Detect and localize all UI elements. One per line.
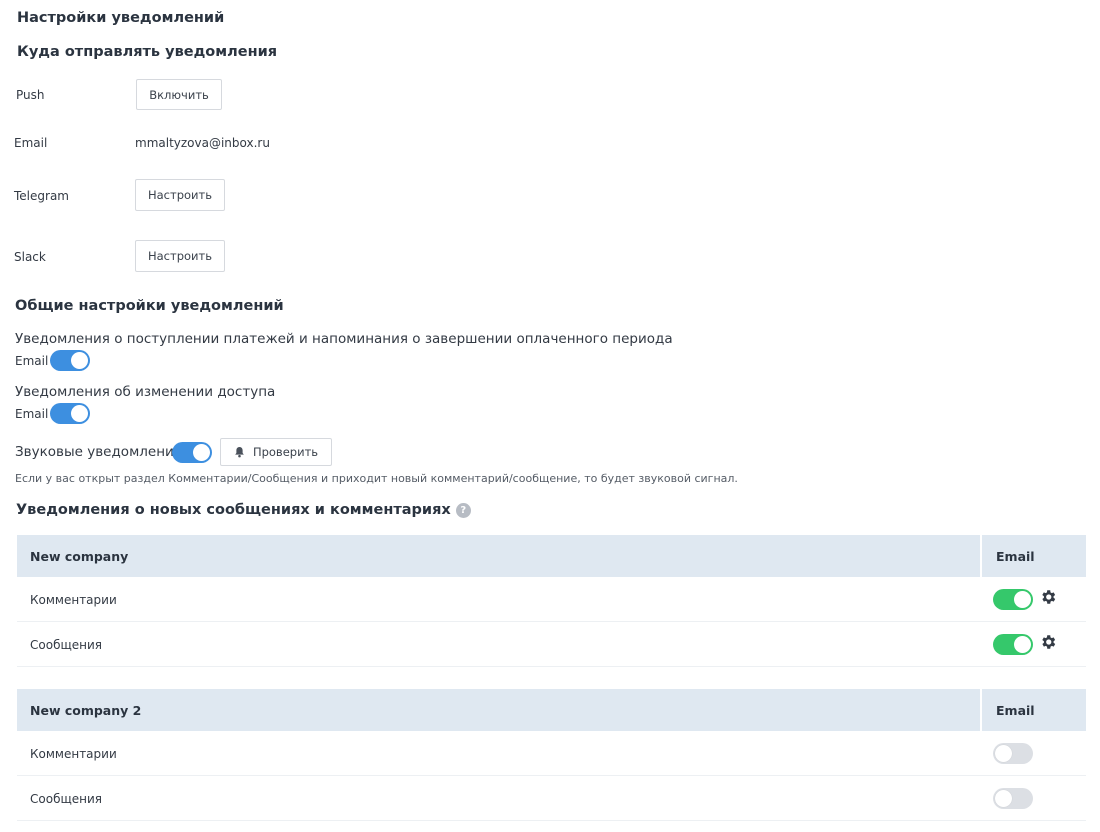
telegram-setup-button[interactable]: Настроить	[135, 179, 225, 211]
gear-icon[interactable]	[1039, 588, 1057, 606]
table-row: Сообщения	[17, 622, 1086, 667]
row-label: Комментарии	[30, 747, 117, 761]
gear-icon[interactable]	[1039, 633, 1057, 651]
email-value: mmaltyzova@inbox.ru	[135, 136, 270, 150]
sound-test-button[interactable]: Проверить	[220, 438, 332, 466]
sound-label: Звуковые уведомления	[15, 444, 182, 460]
row-label: Комментарии	[30, 593, 117, 607]
access-notification-text: Уведомления об изменении доступа	[15, 384, 276, 400]
sound-test-label: Проверить	[252, 445, 319, 459]
header-cell-company: New company	[17, 535, 980, 577]
company-name: New company 2	[30, 703, 142, 718]
table-row: Сообщения	[17, 776, 1086, 821]
payments-notification-text: Уведомления о поступлении платежей и нап…	[15, 331, 673, 347]
sound-toggle[interactable]	[172, 442, 212, 463]
header-cell-email: Email	[982, 689, 1086, 731]
access-channel-label: Email	[15, 407, 49, 421]
slack-setup-button[interactable]: Настроить	[135, 240, 225, 272]
header-cell-email: Email	[982, 535, 1086, 577]
company-table-header: New company 2 Email	[17, 689, 1086, 731]
company-table: New company 2 Email Комментарии Сообщени…	[17, 689, 1086, 821]
general-title: Общие настройки уведомлений	[15, 298, 284, 314]
sound-hint: Если у вас открыт раздел Комментарии/Соо…	[15, 472, 738, 485]
payments-email-toggle[interactable]	[50, 350, 90, 371]
messages-title: Уведомления о новых сообщениях и коммент…	[16, 502, 471, 518]
push-enable-button[interactable]: Включить	[136, 79, 222, 110]
table-row: Комментарии	[17, 577, 1086, 622]
header-cell-company: New company 2	[17, 689, 980, 731]
table-row: Комментарии	[17, 731, 1086, 776]
telegram-label: Telegram	[14, 189, 69, 203]
page-title: Настройки уведомлений	[17, 10, 225, 26]
row-label: Сообщения	[30, 792, 103, 806]
destinations-title: Куда отправлять уведомления	[17, 44, 278, 60]
push-label: Push	[16, 88, 45, 102]
column-email: Email	[996, 549, 1035, 564]
messages-email-toggle[interactable]	[993, 788, 1033, 809]
help-icon[interactable]: ?	[455, 503, 471, 518]
company-table: New company Email Комментарии Сообщения	[17, 535, 1086, 667]
slack-label: Slack	[14, 250, 46, 264]
access-email-toggle[interactable]	[50, 403, 90, 424]
row-label: Сообщения	[30, 638, 103, 652]
messages-email-toggle[interactable]	[993, 634, 1033, 655]
column-email: Email	[996, 703, 1035, 718]
bell-icon	[235, 446, 244, 458]
payments-channel-label: Email	[15, 354, 49, 368]
comments-email-toggle[interactable]	[993, 743, 1033, 764]
company-table-header: New company Email	[17, 535, 1086, 577]
messages-title-text: Уведомления о новых сообщениях и коммент…	[16, 502, 451, 518]
comments-email-toggle[interactable]	[993, 589, 1033, 610]
email-label: Email	[14, 136, 48, 150]
company-name: New company	[30, 549, 129, 564]
